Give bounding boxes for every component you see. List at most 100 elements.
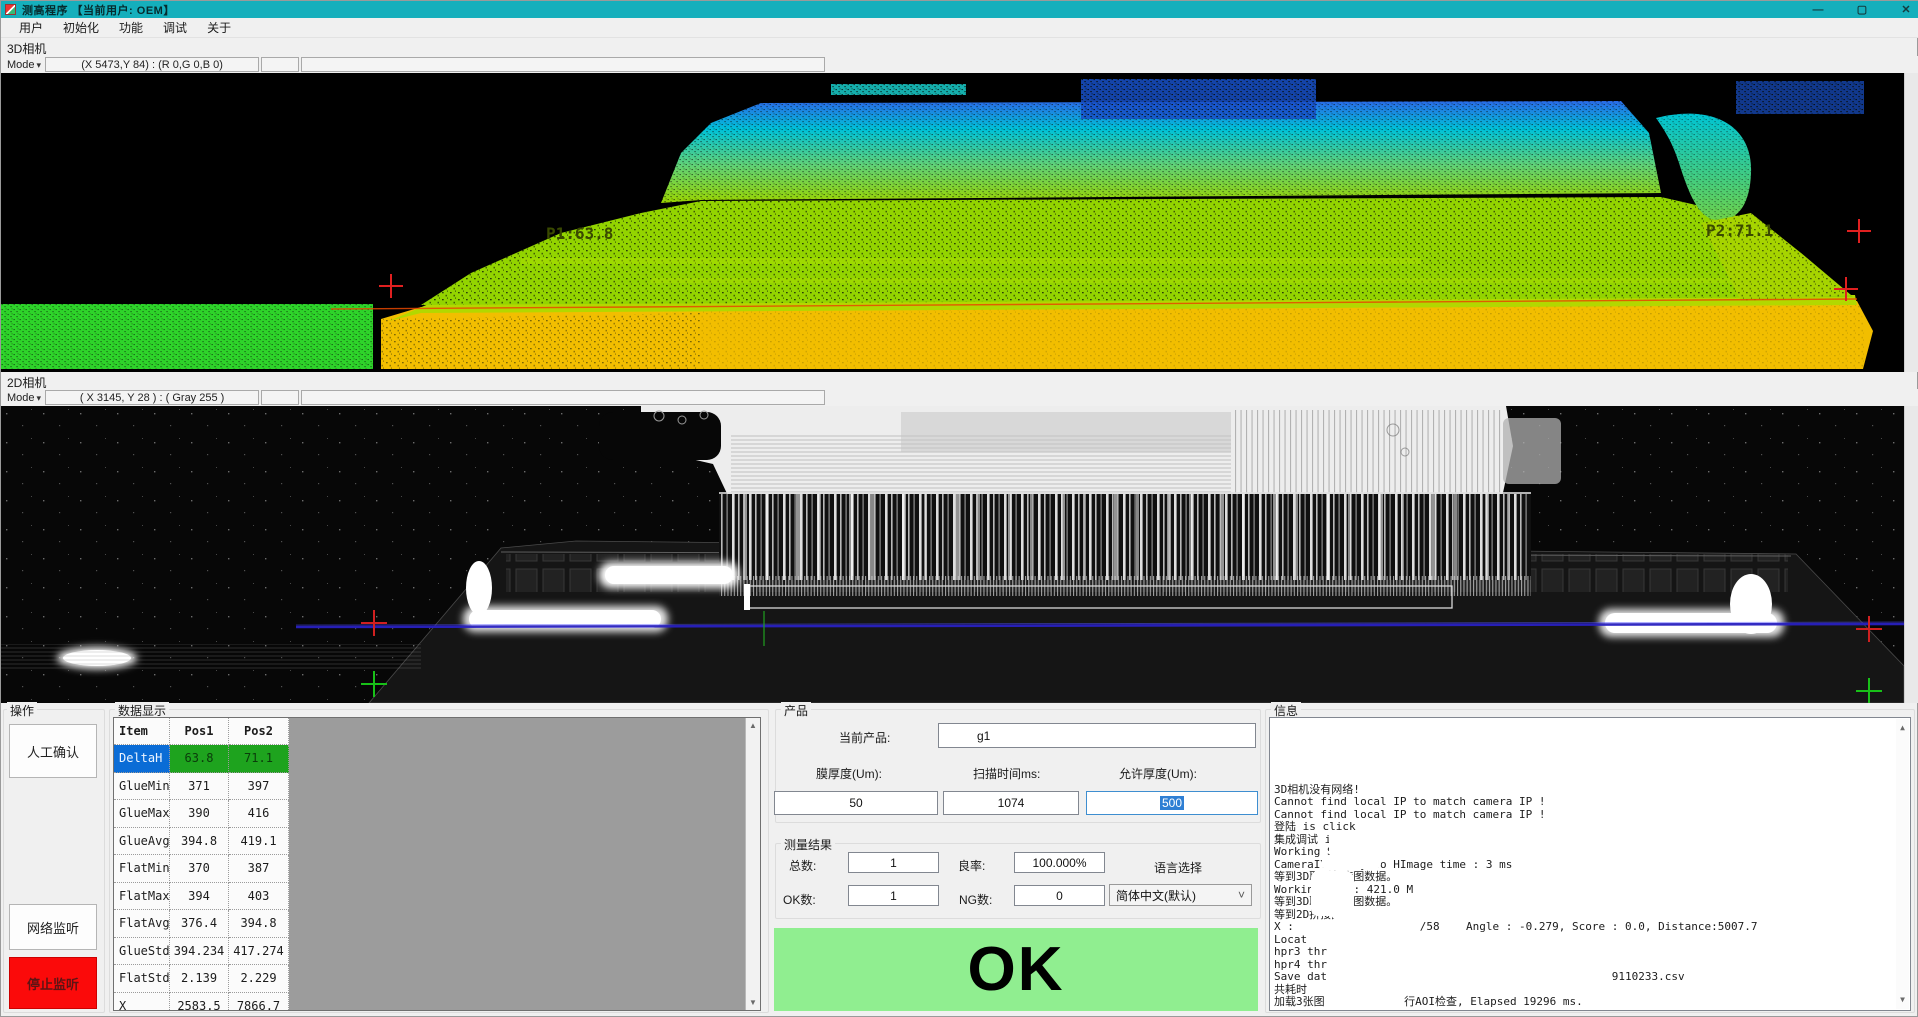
ng-count-value: 0 [1014, 885, 1105, 906]
row-pos2-cell: 417.274 [229, 938, 289, 966]
language-selected-value: 简体中文(默认) [1116, 887, 1196, 904]
info-log-scrollbar[interactable]: ▲ ▼ [1896, 719, 1909, 1009]
menu-item[interactable]: 调试 [153, 17, 197, 38]
menu-item[interactable]: 功能 [109, 17, 153, 38]
manual-confirm-button[interactable]: 人工确认 [9, 724, 97, 778]
redaction-blob [1307, 933, 1391, 945]
table-row[interactable]: GlueAvg 394.8 419.1 [114, 828, 289, 856]
table-row[interactable]: FlatMin 370 387 [114, 855, 289, 883]
data-grid[interactable]: Item Pos1 Pos2 DeltaH 63.8 71.1 GlueMin … [113, 717, 761, 1011]
redaction-blob [1331, 946, 1361, 957]
row-item-cell: FlatMax [114, 883, 170, 911]
3d-camera-view[interactable]: P1:63.8 P2:71.1 [1, 73, 1904, 372]
minimize-button[interactable]: — [1809, 4, 1827, 16]
scan-time-input[interactable]: 1074 [943, 791, 1079, 815]
table-row[interactable]: GlueMin 371 397 [114, 773, 289, 801]
redaction-blob [1329, 833, 1425, 859]
redaction-blob [1321, 858, 1381, 869]
redaction-blob [1331, 906, 1603, 920]
result-status-banner: OK [774, 928, 1258, 1011]
2d-status-panel-2 [301, 390, 825, 405]
row-item-cell: X [114, 993, 170, 1012]
row-item-cell: GlueAvg [114, 828, 170, 856]
film-thickness-input[interactable]: 50 [774, 791, 938, 815]
current-product-label: 当前产品: [839, 729, 890, 746]
language-select-label: 语言选择 [1154, 859, 1202, 876]
3d-coordinate-readout: (X 5473,Y 84) : (R 0,G 0,B 0) [45, 57, 259, 72]
table-row[interactable]: DeltaH 63.8 71.1 [114, 745, 289, 773]
operation-group-label: 操作 [7, 702, 37, 719]
language-select-dropdown[interactable]: 简体中文(默认) ˅ [1109, 884, 1252, 906]
row-pos2-cell: 397 [229, 773, 289, 801]
row-pos1-cell: 390 [170, 800, 229, 828]
allow-thickness-input[interactable]: 500 [1086, 791, 1258, 815]
3d-status-panel-2 [301, 57, 825, 72]
row-pos2-cell: 403 [229, 883, 289, 911]
ok-count-label: OK数: [783, 891, 816, 908]
film-thickness-label: 膜厚度(Um): [816, 765, 882, 782]
app-icon [5, 4, 16, 15]
yield-value: 100.000% [1014, 852, 1105, 873]
menu-item[interactable]: 关于 [197, 17, 241, 38]
log-line: 加载3张图 行AOI检查, Elapsed 19296 ms. [1274, 996, 1906, 1009]
2d-camera-view[interactable] [1, 406, 1904, 703]
ng-count-label: NG数: [959, 891, 992, 908]
scroll-down-icon[interactable]: ▼ [749, 995, 757, 1010]
data-grid-scrollbar[interactable]: ▲ ▼ [745, 718, 760, 1010]
stop-listen-button[interactable]: 停止监听 [9, 957, 97, 1009]
p1-measure-label: P1:63.8 [546, 224, 613, 243]
log-line: Save dat 9110233.csv [1274, 971, 1906, 984]
row-item-cell: FlatStd [114, 965, 170, 993]
menu-item[interactable]: 初始化 [53, 17, 109, 38]
row-pos1-cell: 370 [170, 855, 229, 883]
2d-mode-dropdown[interactable]: Mode▾ [1, 392, 45, 404]
table-row[interactable]: X 2583.5 7866.7 [114, 993, 289, 1012]
2d-status-panel-1 [261, 390, 299, 405]
window-title: 测高程序 【当前用户: OEM】 [22, 2, 175, 18]
table-row[interactable]: FlatMax 394 403 [114, 883, 289, 911]
3d-view-scrollbar[interactable] [1904, 73, 1918, 372]
menu-item[interactable]: 用户 [9, 17, 53, 38]
title-bar: 测高程序 【当前用户: OEM】 — ▢ ✕ [1, 1, 1918, 18]
product-group-label: 产品 [781, 702, 811, 719]
2d-mode-bar: Mode▾ ( X 3145, Y 28 ) : ( Gray 255 ) [1, 389, 1918, 406]
table-row[interactable]: FlatStd 2.139 2.229 [114, 965, 289, 993]
app-window: 测高程序 【当前用户: OEM】 — ▢ ✕ 用户初始化功能调试关于 3D相机 … [0, 0, 1918, 1017]
maximize-button[interactable]: ▢ [1853, 3, 1871, 16]
log-line: Cannot find local IP to match camera IP … [1274, 796, 1906, 809]
row-pos2-cell: 7866.7 [229, 993, 289, 1012]
p2-measure-label: P2:71.1 [1706, 221, 1773, 240]
row-pos1-cell: 394 [170, 883, 229, 911]
scroll-up-icon[interactable]: ▲ [1900, 719, 1905, 738]
close-button[interactable]: ✕ [1897, 3, 1915, 16]
3d-mode-dropdown[interactable]: Mode▾ [1, 59, 45, 71]
row-item-cell: GlueMin [114, 773, 170, 801]
selected-text: 500 [1160, 796, 1184, 810]
log-line: Working Set : 712.2 M [1274, 1009, 1906, 1012]
scroll-up-icon[interactable]: ▲ [749, 718, 757, 733]
row-pos1-cell: 376.4 [170, 910, 229, 938]
row-item-cell: GlueMax [114, 800, 170, 828]
total-count-value: 1 [848, 852, 939, 873]
table-row[interactable]: FlatAvg 376.4 394.8 [114, 910, 289, 938]
allow-thickness-label: 允许厚度(Um): [1119, 765, 1197, 782]
scroll-down-icon[interactable]: ▼ [1900, 991, 1905, 1010]
ok-count-value: 1 [848, 885, 939, 906]
row-pos2-cell: 71.1 [229, 745, 289, 773]
redaction-blob [1295, 921, 1391, 933]
table-row[interactable]: GlueStd 394.234 417.274 [114, 938, 289, 966]
yield-label: 良率: [958, 857, 985, 874]
chevron-down-icon: ▾ [37, 393, 42, 403]
network-listen-button[interactable]: 网络监听 [9, 904, 97, 950]
row-pos1-cell: 2.139 [170, 965, 229, 993]
log-line: 等到3D取到灰度图数据。 [1274, 871, 1906, 884]
2d-view-scrollbar[interactable] [1904, 406, 1918, 703]
log-line: hpr3 thr [1274, 946, 1906, 959]
table-row[interactable]: GlueMax 390 416 [114, 800, 289, 828]
current-product-input[interactable]: g1 [938, 723, 1256, 748]
results-group-label: 测量结果 [781, 836, 835, 853]
log-line: Cannot find local IP to match camera IP … [1274, 809, 1906, 822]
data-grid-header: Item Pos1 Pos2 [114, 718, 289, 745]
row-item-cell: FlatAvg [114, 910, 170, 938]
row-pos2-cell: 394.8 [229, 910, 289, 938]
